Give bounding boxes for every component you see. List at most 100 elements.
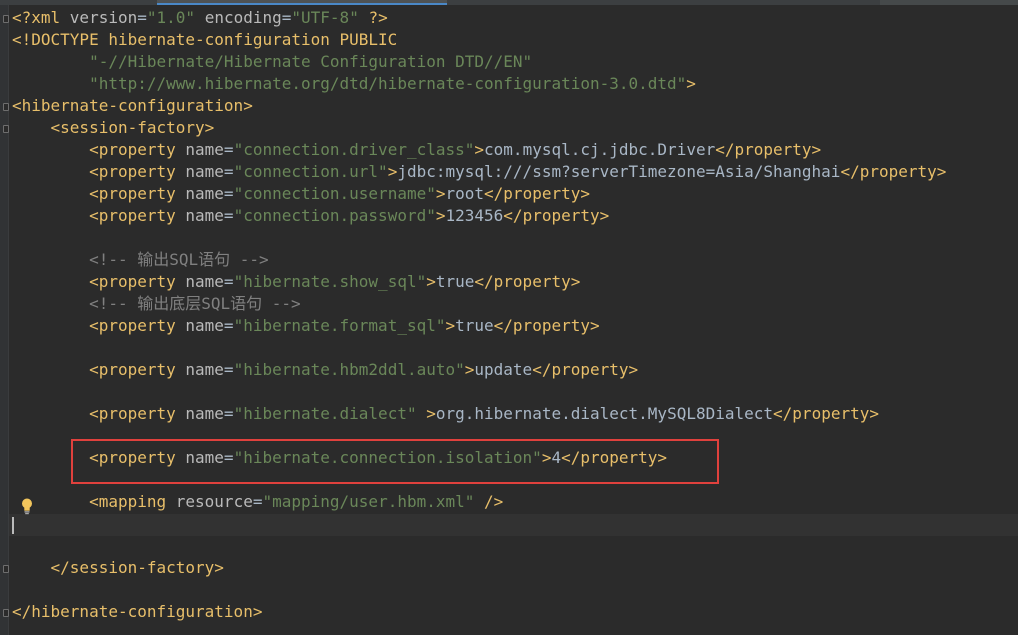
editor-tab[interactable] [449,0,699,5]
xml-text: = [223,272,234,291]
xml-text: true [455,316,494,335]
xml-tag: > [426,272,436,291]
code-line[interactable]: <property name="connection.password">123… [12,205,609,227]
fold-marker-icon[interactable] [3,125,9,133]
fold-marker-icon[interactable] [3,15,9,23]
code-line[interactable]: <property name="hibernate.show_sql">true… [12,271,580,293]
xml-tag: </session-factory> [50,558,224,577]
xml-value: "connection.username" [233,184,436,203]
xml-tag: <property [89,162,186,181]
xml-attribute: version [69,8,138,27]
xml-text [12,140,89,159]
fold-marker-icon[interactable] [3,103,9,111]
xml-text: = [223,360,234,379]
xml-text: = [223,140,234,159]
xml-tag: <property [89,140,186,159]
annotation-highlight-box [71,439,719,484]
xml-attribute: name [185,360,224,379]
xml-value: "hibernate.format_sql" [233,316,446,335]
editor-tab[interactable] [880,0,1018,5]
xml-value: "-//Hibernate/Hibernate Configuration DT… [89,52,533,71]
code-line[interactable]: <property name="hibernate.dialect" >org.… [12,403,879,425]
xml-tag: ?> [368,8,388,27]
xml-tag: <mapping [89,492,176,511]
code-line[interactable]: </session-factory> [12,557,224,579]
current-line-highlight [9,514,1018,536]
code-line[interactable]: <?xml version="1.0" encoding="UTF-8" ?> [12,7,388,29]
code-line[interactable]: "-//Hibernate/Hibernate Configuration DT… [12,51,532,73]
code-line[interactable]: <hibernate-configuration> [12,95,253,117]
xml-attribute: name [185,184,224,203]
code-line[interactable]: <property name="connection.username">roo… [12,183,590,205]
xml-text [12,52,89,71]
fold-marker-icon[interactable] [3,565,9,573]
xml-attribute: encoding [204,8,282,27]
xml-text [12,558,51,577]
code-line[interactable]: </hibernate-configuration> [12,601,262,623]
xml-tag: > [387,162,398,181]
xml-text [12,184,89,203]
gutter-divider [8,0,9,635]
code-line[interactable]: <!DOCTYPE hibernate-configuration PUBLIC [12,29,397,51]
xml-value: "connection.driver_class" [233,140,475,159]
code-line[interactable]: <property name="hibernate.hbm2ddl.auto">… [12,359,638,381]
xml-tag: > [464,360,475,379]
xml-text [12,74,89,93]
xml-text [417,404,427,423]
xml-text: jdbc:mysql:///ssm?serverTimezone=Asia/Sh… [397,162,841,181]
xml-attribute: name [185,272,224,291]
lightbulb-icon[interactable] [20,497,34,515]
xml-text: org.hibernate.dialect.MySQL8Dialect [435,404,774,423]
editor-gutter[interactable] [0,0,8,635]
xml-text [195,8,205,27]
code-line[interactable]: <property name="hibernate.format_sql">tr… [12,315,600,337]
xml-text: = [281,8,292,27]
xml-tag: </hibernate-configuration> [12,602,263,621]
xml-tag: <property [89,404,186,423]
xml-value: "hibernate.show_sql" [233,272,427,291]
xml-tag: </property> [484,184,590,203]
xml-tag: <property [89,316,186,335]
code-editor[interactable]: <?xml version="1.0" encoding="UTF-8" ?> <… [0,0,1018,635]
xml-tag: > [435,206,446,225]
xml-tag: <?xml [12,8,70,27]
code-line[interactable]: <session-factory> [12,117,215,139]
editor-tab-strip[interactable] [0,0,1018,5]
xml-text: update [474,360,533,379]
fold-marker-icon[interactable] [3,609,9,617]
code-line[interactable]: <mapping resource="mapping/user.hbm.xml"… [12,491,503,513]
xml-text: = [223,316,234,335]
xml-attribute: name [185,140,224,159]
xml-text: = [223,404,234,423]
xml-text [12,316,89,335]
code-line[interactable]: <!-- 输出SQL语句 --> [12,249,269,271]
xml-attribute: name [185,316,224,335]
xml-tag: > [445,316,456,335]
xml-text: = [223,206,234,225]
xml-tag: </property> [493,316,600,335]
xml-tag: <property [89,184,186,203]
xml-tag: </property> [532,360,639,379]
xml-attribute: name [185,162,224,181]
xml-comment: <!-- 输出SQL语句 --> [89,250,269,269]
xml-tag: </property> [474,272,581,291]
xml-comment: <!-- 输出底层SQL语句 --> [89,294,301,313]
code-line[interactable]: <property name="connection.driver_class"… [12,139,821,161]
xml-text: 123456 [445,206,504,225]
xml-text [12,360,89,379]
editor-tab[interactable] [0,0,150,5]
xml-text: com.mysql.cj.jdbc.Driver [484,140,716,159]
active-tab-indicator [157,3,447,5]
xml-tag: </property> [503,206,610,225]
xml-value: "http://www.hibernate.org/dtd/hibernate-… [89,74,687,93]
editor-tab[interactable] [705,0,875,5]
code-line[interactable]: <!-- 输出底层SQL语句 --> [12,293,301,315]
xml-text [12,294,89,313]
xml-tag: <session-factory> [50,118,215,137]
code-line[interactable]: "http://www.hibernate.org/dtd/hibernate-… [12,73,696,95]
xml-tag: </property> [773,404,879,423]
code-line[interactable]: <property name="connection.url">jdbc:mys… [12,161,946,183]
xml-tag: <hibernate-configuration> [12,96,253,115]
xml-text: = [223,184,234,203]
xml-text [12,404,89,423]
